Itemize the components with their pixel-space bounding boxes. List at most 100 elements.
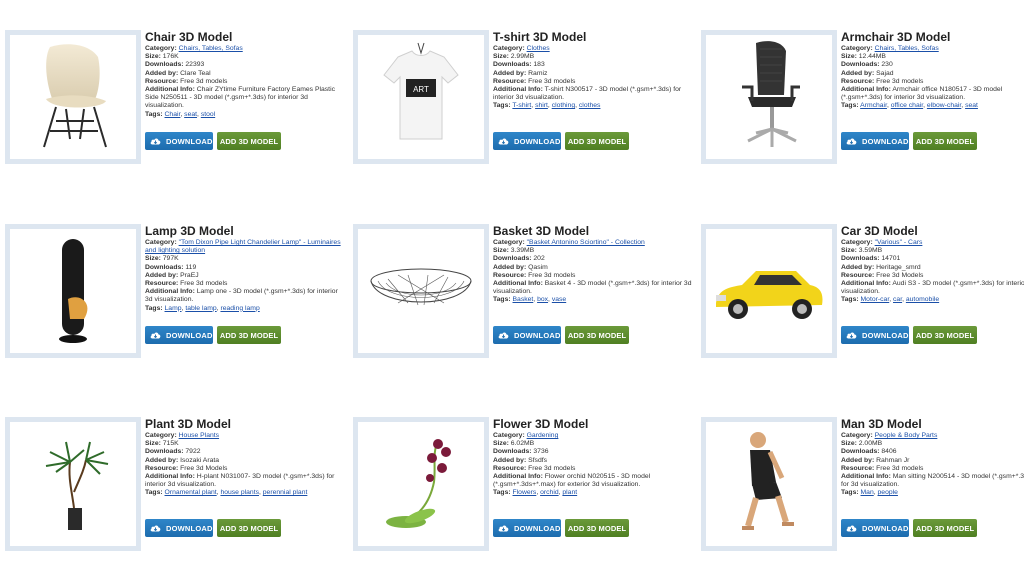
tag-link[interactable]: house plants bbox=[220, 489, 259, 496]
tag-link[interactable]: perennial plant bbox=[263, 489, 308, 496]
tag-link[interactable]: Man bbox=[861, 489, 874, 496]
add-3d-model-button[interactable]: ADD 3D MODEL bbox=[913, 519, 977, 537]
add-3d-model-button[interactable]: ADD 3D MODEL bbox=[217, 132, 281, 150]
download-button[interactable]: DOWNLOAD bbox=[145, 519, 213, 537]
tag-link[interactable]: elbow-chair bbox=[927, 102, 961, 109]
add-3d-model-button[interactable]: ADD 3D MODEL bbox=[565, 132, 629, 150]
tag-link[interactable]: vase bbox=[552, 296, 566, 303]
tag-link[interactable]: table lamp bbox=[185, 305, 216, 312]
download-button[interactable]: DOWNLOAD bbox=[493, 132, 561, 150]
tags-row: Tags: Flowers, orchid, plant bbox=[493, 489, 693, 497]
downloads-value: 7922 bbox=[185, 448, 201, 456]
tag-link[interactable]: Armchair bbox=[860, 102, 887, 109]
model-title[interactable]: Basket 3D Model bbox=[493, 224, 693, 238]
category-label: Category: bbox=[841, 239, 873, 246]
add-3d-model-button[interactable]: ADD 3D MODEL bbox=[913, 326, 977, 344]
model-title[interactable]: Armchair 3D Model bbox=[841, 30, 1024, 44]
model-title[interactable]: Car 3D Model bbox=[841, 224, 1024, 238]
thumbnail-frame[interactable] bbox=[5, 30, 141, 164]
downloads-label: Downloads: bbox=[493, 448, 532, 456]
tag-link[interactable]: T-shirt bbox=[512, 102, 531, 109]
model-info: Lamp 3D Model Category: "Tom Dixon Pipe … bbox=[145, 224, 345, 313]
model-thumbnail[interactable] bbox=[706, 422, 832, 546]
model-title[interactable]: Man 3D Model bbox=[841, 417, 1024, 431]
category-link[interactable]: People & Body Parts bbox=[875, 432, 938, 439]
added-by-value: Isozaki Arata bbox=[180, 456, 220, 464]
add-3d-model-button[interactable]: ADD 3D MODEL bbox=[565, 519, 629, 537]
model-thumbnail[interactable] bbox=[10, 229, 136, 353]
tag-link[interactable]: Ornamental plant bbox=[165, 489, 217, 496]
tags-row: Tags: Chair, seat, stool bbox=[145, 111, 345, 119]
category-link[interactable]: Clothes bbox=[527, 45, 550, 52]
thumbnail-frame[interactable]: ART bbox=[353, 30, 489, 164]
thumbnail-frame[interactable] bbox=[5, 224, 141, 358]
additional-info-label: Additional Info: bbox=[841, 473, 891, 481]
tag-link[interactable]: reading lamp bbox=[220, 305, 259, 312]
category-link[interactable]: Chairs, Tables, Sofas bbox=[875, 45, 939, 52]
thumbnail-frame[interactable] bbox=[701, 30, 837, 164]
downloads-value: 3736 bbox=[533, 448, 549, 456]
thumbnail-frame[interactable] bbox=[353, 224, 489, 358]
model-thumbnail[interactable] bbox=[706, 35, 832, 159]
model-thumbnail[interactable] bbox=[706, 229, 832, 353]
download-button[interactable]: DOWNLOAD bbox=[145, 132, 213, 150]
model-thumbnail[interactable] bbox=[358, 229, 484, 353]
tag-link[interactable]: orchid bbox=[540, 489, 559, 496]
add-3d-model-button[interactable]: ADD 3D MODEL bbox=[913, 132, 977, 150]
model-title[interactable]: Lamp 3D Model bbox=[145, 224, 345, 238]
download-label: DOWNLOAD bbox=[514, 523, 561, 533]
tag-link[interactable]: office chair bbox=[891, 102, 923, 109]
tag-link[interactable]: clothing bbox=[552, 102, 575, 109]
add-3d-model-button[interactable]: ADD 3D MODEL bbox=[217, 519, 281, 537]
tag-link[interactable]: Flowers bbox=[513, 489, 537, 496]
model-thumbnail[interactable]: ART bbox=[358, 35, 484, 159]
cloud-download-icon bbox=[846, 525, 857, 531]
tags-list: Man, people bbox=[861, 489, 898, 496]
tag-link[interactable]: car bbox=[893, 296, 902, 303]
category-link[interactable]: House Plants bbox=[179, 432, 219, 439]
thumbnail-frame[interactable] bbox=[701, 224, 837, 358]
tag-link[interactable]: automobile bbox=[906, 296, 939, 303]
category-link[interactable]: Chairs, Tables, Sofas bbox=[179, 45, 243, 52]
tag-link[interactable]: Motor-car bbox=[861, 296, 890, 303]
download-button[interactable]: DOWNLOAD bbox=[493, 519, 561, 537]
tag-link[interactable]: Chair bbox=[165, 111, 181, 118]
tags-label: Tags: bbox=[493, 296, 511, 304]
resource-value: Free 3d models bbox=[180, 77, 228, 85]
thumbnail-frame[interactable] bbox=[5, 417, 141, 551]
tag-link[interactable]: seat bbox=[965, 102, 978, 109]
tag-link[interactable]: plant bbox=[562, 489, 577, 496]
download-button[interactable]: DOWNLOAD bbox=[841, 132, 909, 150]
card-actions: DOWNLOAD ADD 3D MODEL bbox=[841, 132, 977, 150]
download-button[interactable]: DOWNLOAD bbox=[841, 326, 909, 344]
thumbnail-frame[interactable] bbox=[701, 417, 837, 551]
tag-link[interactable]: Basket bbox=[513, 296, 534, 303]
category-link[interactable]: Gardening bbox=[527, 432, 559, 439]
add-label: ADD 3D MODEL bbox=[567, 330, 627, 340]
add-3d-model-button[interactable]: ADD 3D MODEL bbox=[217, 326, 281, 344]
download-button[interactable]: DOWNLOAD bbox=[145, 326, 213, 344]
category-link[interactable]: "Basket Antonino Sciortino" - Collection bbox=[527, 239, 645, 246]
model-thumbnail[interactable] bbox=[10, 422, 136, 546]
added-by-label: Added by: bbox=[841, 69, 875, 77]
tag-link[interactable]: stool bbox=[201, 111, 215, 118]
model-title[interactable]: Flower 3D Model bbox=[493, 417, 693, 431]
size-label: Size: bbox=[493, 53, 509, 61]
tag-link[interactable]: shirt bbox=[535, 102, 548, 109]
add-3d-model-button[interactable]: ADD 3D MODEL bbox=[565, 326, 629, 344]
download-button[interactable]: DOWNLOAD bbox=[841, 519, 909, 537]
model-title[interactable]: T-shirt 3D Model bbox=[493, 30, 693, 44]
model-title[interactable]: Chair 3D Model bbox=[145, 30, 345, 44]
category-link[interactable]: "Various" - Cars bbox=[875, 239, 923, 246]
download-button[interactable]: DOWNLOAD bbox=[493, 326, 561, 344]
model-title[interactable]: Plant 3D Model bbox=[145, 417, 345, 431]
thumbnail-frame[interactable] bbox=[353, 417, 489, 551]
tag-link[interactable]: people bbox=[878, 489, 898, 496]
tag-link[interactable]: seat bbox=[184, 111, 197, 118]
tag-link[interactable]: Lamp bbox=[165, 305, 182, 312]
tag-link[interactable]: box bbox=[537, 296, 548, 303]
size-row: Size: 176K bbox=[145, 53, 345, 61]
model-thumbnail[interactable] bbox=[10, 35, 136, 159]
model-thumbnail[interactable] bbox=[358, 422, 484, 546]
tag-link[interactable]: clothes bbox=[579, 102, 601, 109]
